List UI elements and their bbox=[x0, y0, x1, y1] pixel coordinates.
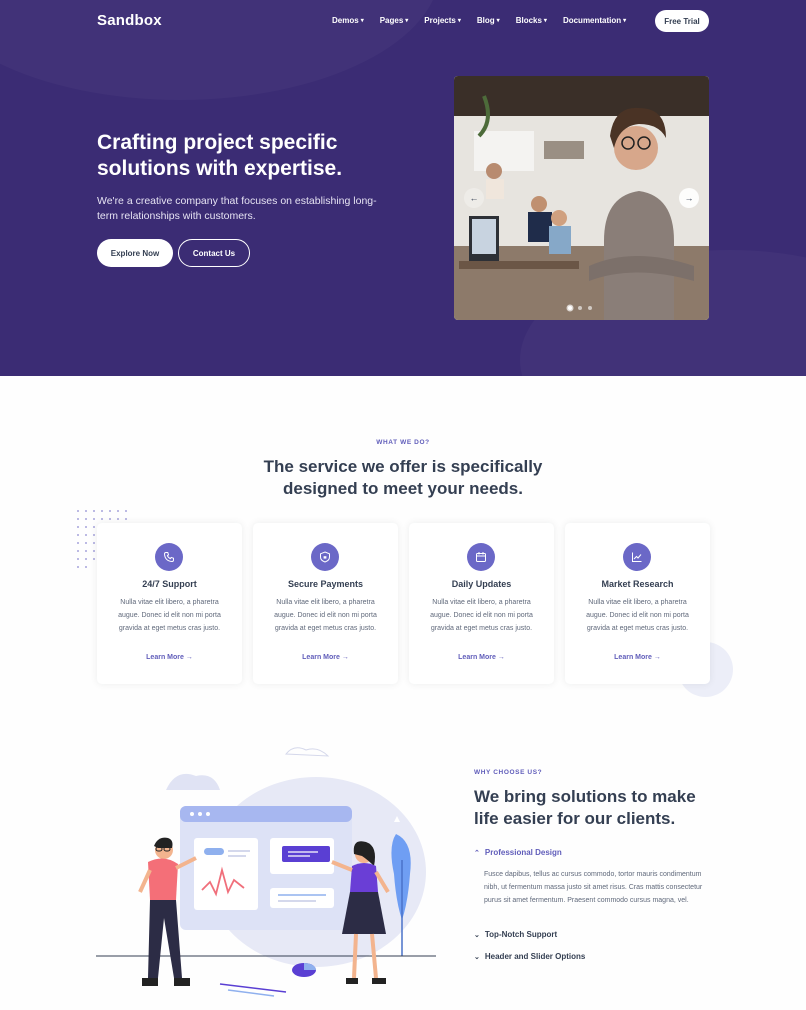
services-title: The service we offer is specifically des… bbox=[0, 456, 806, 500]
office-photo-illustration bbox=[454, 76, 709, 320]
calendar-icon bbox=[467, 543, 495, 571]
menu-item-label: Blocks bbox=[515, 16, 542, 25]
chevron-down-icon: ▾ bbox=[623, 18, 627, 24]
services-eyebrow: WHAT WE DO? bbox=[376, 439, 430, 446]
services-title-line: The service we offer is specifically bbox=[263, 457, 543, 476]
logo[interactable]: Sandbox bbox=[97, 12, 162, 29]
service-card-text: Nulla vitae elit libero, a pharetra augu… bbox=[118, 599, 221, 632]
hero-section: Sandbox Demos ▾ Pages ▾ Projects ▾ Blog ▾ Bl… bbox=[0, 0, 806, 376]
accordion-label: Header and Slider Options bbox=[484, 952, 586, 961]
chevron-down-icon: ⌄ bbox=[474, 953, 480, 961]
why-title: We bring solutions to make life easier f… bbox=[474, 787, 696, 828]
navbar: Sandbox Demos ▾ Pages ▾ Projects ▾ Blog ▾ Bl… bbox=[0, 0, 806, 42]
accordion-body: Fusce dapibus, tellus ac cursus commodo,… bbox=[484, 871, 703, 904]
chevron-down-icon: ▾ bbox=[543, 18, 547, 24]
menu-item-documentation[interactable]: Documentation ▾ bbox=[563, 16, 626, 25]
contact-us-button[interactable]: Contact Us bbox=[178, 239, 250, 267]
learn-more-link[interactable]: Learn More → bbox=[97, 654, 242, 661]
service-card-title: Secure Payments bbox=[287, 579, 364, 589]
chevron-down-icon: ▾ bbox=[457, 18, 461, 24]
learn-more-link[interactable]: Learn More → bbox=[253, 654, 398, 661]
menu-item-label: Documentation bbox=[562, 16, 622, 25]
accordion-label: Professional Design bbox=[484, 848, 562, 857]
carousel-next-button[interactable]: → bbox=[679, 188, 699, 208]
accordion-label: Top-Notch Support bbox=[484, 930, 558, 939]
accordion-item-top-notch-support[interactable]: ⌄ Top-Notch Support bbox=[474, 930, 557, 939]
why-eyebrow: WHY CHOOSE US? bbox=[474, 769, 543, 776]
service-card-title: 24/7 Support bbox=[142, 579, 197, 589]
service-card-text: Nulla vitae elit libero, a pharetra augu… bbox=[586, 599, 689, 632]
service-card: Secure Payments Nulla vitae elit libero,… bbox=[253, 523, 398, 684]
hero-carousel-image bbox=[454, 76, 709, 320]
carousel-dots bbox=[568, 306, 592, 310]
menu-item-projects[interactable]: Projects ▾ bbox=[424, 16, 461, 25]
menu-item-label: Demos bbox=[332, 16, 359, 25]
carousel-prev-button[interactable]: ← bbox=[464, 188, 484, 208]
arrow-right-icon: → bbox=[684, 193, 694, 203]
service-card-title: Daily Updates bbox=[451, 579, 512, 589]
menu-item-blocks[interactable]: Blocks ▾ bbox=[516, 16, 547, 25]
main-menu: Demos ▾ Pages ▾ Projects ▾ Blog ▾ Blocks ▾ Do… bbox=[332, 16, 642, 25]
arrow-left-icon: ← bbox=[469, 193, 479, 203]
service-card-title: Market Research bbox=[601, 579, 674, 589]
chevron-down-icon: ⌄ bbox=[474, 931, 480, 939]
learn-more-link[interactable]: Learn More → bbox=[565, 654, 710, 661]
menu-item-demos[interactable]: Demos ▾ bbox=[332, 16, 364, 25]
learn-more-link[interactable]: Learn More → bbox=[409, 654, 554, 661]
services-title-line: designed to meet your needs. bbox=[283, 479, 523, 498]
carousel-dot[interactable] bbox=[578, 306, 582, 310]
team-illustration bbox=[96, 747, 436, 997]
shield-icon bbox=[311, 543, 339, 571]
menu-item-blog[interactable]: Blog ▾ bbox=[477, 16, 500, 25]
chevron-up-icon: ⌃ bbox=[474, 849, 480, 857]
explore-now-button[interactable]: Explore Now bbox=[97, 239, 173, 267]
accordion-item-header-slider-options[interactable]: ⌄ Header and Slider Options bbox=[474, 952, 585, 961]
menu-item-label: Projects bbox=[424, 16, 456, 25]
hero-subtitle: We're a creative company that focuses on… bbox=[97, 195, 377, 222]
hero-title: Crafting project specific solutions with… bbox=[97, 131, 343, 180]
chart-icon bbox=[623, 543, 651, 571]
service-card: Market Research Nulla vitae elit libero,… bbox=[565, 523, 710, 684]
menu-item-pages[interactable]: Pages ▾ bbox=[380, 16, 409, 25]
menu-item-label: Pages bbox=[379, 16, 404, 25]
service-card: 24/7 Support Nulla vitae elit libero, a … bbox=[97, 523, 242, 684]
service-card: Daily Updates Nulla vitae elit libero, a… bbox=[409, 523, 554, 684]
phone-icon bbox=[155, 543, 183, 571]
menu-item-label: Blog bbox=[476, 16, 495, 25]
service-card-text: Nulla vitae elit libero, a pharetra augu… bbox=[430, 599, 533, 632]
carousel-dot[interactable] bbox=[568, 306, 572, 310]
chevron-down-icon: ▾ bbox=[360, 18, 364, 24]
free-trial-button[interactable]: Free Trial bbox=[655, 10, 709, 32]
accordion-item-professional-design[interactable]: ⌃ Professional Design bbox=[474, 848, 562, 857]
chevron-down-icon: ▾ bbox=[405, 18, 409, 24]
chevron-down-icon: ▾ bbox=[496, 18, 500, 24]
carousel-dot[interactable] bbox=[588, 306, 592, 310]
service-card-text: Nulla vitae elit libero, a pharetra augu… bbox=[274, 599, 377, 632]
